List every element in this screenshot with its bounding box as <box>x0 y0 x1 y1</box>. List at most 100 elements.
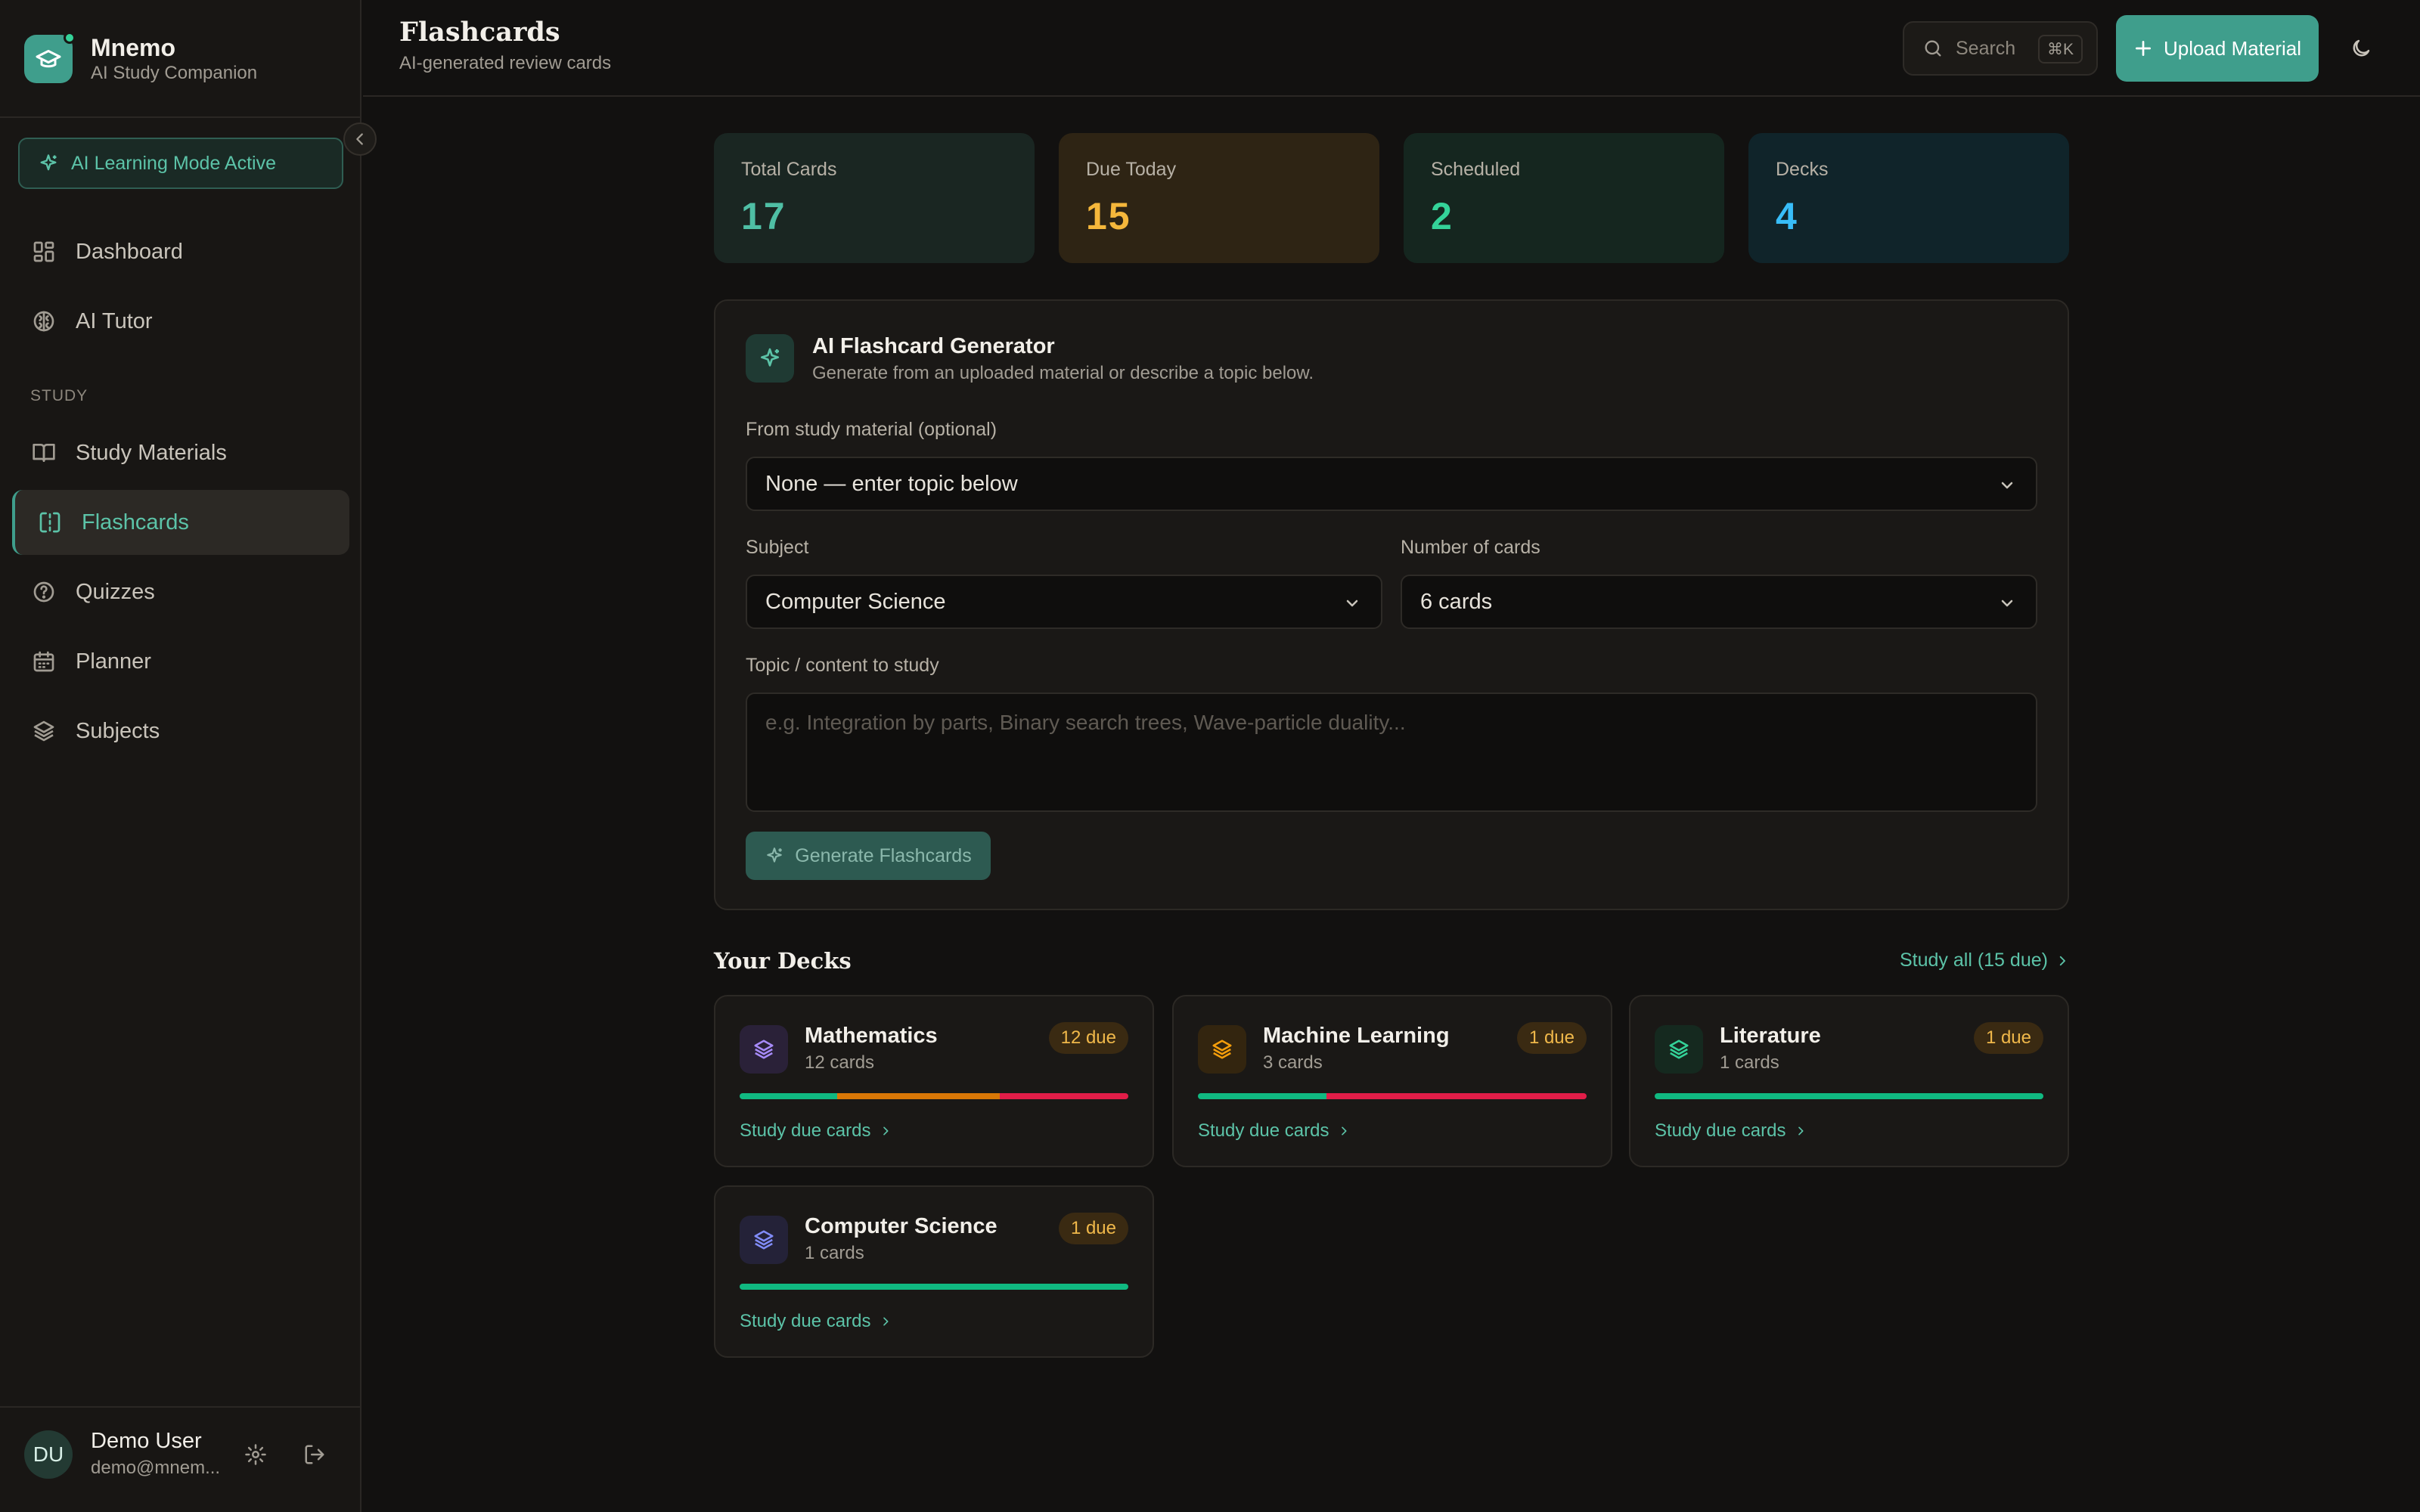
sparkle-icon <box>767 847 783 863</box>
logout-icon[interactable] <box>301 1441 328 1468</box>
chevron-right-icon <box>883 1317 889 1326</box>
brain-icon <box>30 308 57 335</box>
book-icon <box>30 439 57 466</box>
nav-item-ai-tutor[interactable]: AI Tutor <box>12 289 349 354</box>
study-due-label: Study due cards <box>1655 1120 1786 1141</box>
nav-item-quizzes[interactable]: Quizzes <box>12 559 349 624</box>
topic-input[interactable]: e.g. Integration by parts, Binary search… <box>746 692 2037 812</box>
nav-item-dashboard[interactable]: Dashboard <box>12 219 349 284</box>
nav-label: Planner <box>76 649 151 674</box>
chevron-left-icon <box>356 133 363 145</box>
deck-card[interactable]: Literature 1 cards 1 due Study due cards <box>1629 995 2069 1167</box>
card-count-select[interactable]: 6 cards <box>1401 575 2037 629</box>
nav-label: Subjects <box>76 718 160 743</box>
stat-value: 15 <box>1086 195 1131 237</box>
upload-label: Upload Material <box>2163 36 2302 60</box>
deck-name: Literature <box>1720 1024 1821 1048</box>
chevron-right-icon <box>883 1126 889 1136</box>
brand[interactable]: Mnemo AI Study Companion <box>24 32 257 85</box>
chevron-down-icon <box>2001 482 2013 489</box>
study-due-link[interactable]: Study due cards <box>740 1120 892 1142</box>
flashcard-generator: AI Flashcard Generator Generate from an … <box>714 299 2069 910</box>
chevron-right-icon <box>2059 956 2065 965</box>
deck-name: Computer Science <box>805 1214 997 1238</box>
study-due-label: Study due cards <box>740 1311 871 1331</box>
plus-icon <box>2135 40 2151 57</box>
subject-value: Computer Science <box>765 589 946 614</box>
deck-card[interactable]: Mathematics 12 cards 12 due Study due ca… <box>714 995 1154 1167</box>
due-badge: 12 due <box>1048 1022 1128 1054</box>
progress-segment <box>740 1284 1128 1290</box>
due-badge: 1 due <box>1058 1213 1128 1244</box>
deck-progress-bar <box>740 1284 1128 1290</box>
generator-title: AI Flashcard Generator <box>812 334 1055 358</box>
search-button[interactable]: Search ⌘K <box>1903 21 2098 76</box>
nav-item-study-materials[interactable]: Study Materials <box>12 420 349 485</box>
study-all-link[interactable]: Study all (15 due) <box>1900 950 2069 971</box>
progress-segment <box>836 1093 1001 1099</box>
stat-label: Decks <box>1776 159 1829 180</box>
study-all-label: Study all (15 due) <box>1900 950 2048 971</box>
progress-segment <box>1198 1093 1326 1099</box>
deck-card-count: 3 cards <box>1263 1052 1323 1073</box>
nav-item-flashcards[interactable]: Flashcards <box>12 490 349 555</box>
progress-segment <box>1655 1093 2043 1099</box>
layers-icon <box>1655 1025 1703 1074</box>
dashboard-icon <box>30 238 57 265</box>
subject-select[interactable]: Computer Science <box>746 575 1382 629</box>
brand-name: Mnemo <box>91 34 175 61</box>
deck-progress-bar <box>1655 1093 2043 1099</box>
stat-scheduled: Scheduled 2 <box>1404 133 1724 263</box>
due-badge: 1 due <box>1973 1022 2043 1054</box>
stat-total-cards: Total Cards 17 <box>714 133 1035 263</box>
moon-icon[interactable] <box>2346 33 2376 64</box>
generate-flashcards-button[interactable]: Generate Flashcards <box>746 832 991 880</box>
stat-value: 2 <box>1431 195 1454 237</box>
nav-label: AI Tutor <box>76 308 153 333</box>
study-due-link[interactable]: Study due cards <box>1655 1120 1807 1142</box>
stat-decks: Decks 4 <box>1748 133 2069 263</box>
due-badge: 1 due <box>1516 1022 1587 1054</box>
topic-label: Topic / content to study <box>746 655 939 676</box>
chevron-down-icon <box>1346 600 1358 607</box>
progress-segment <box>1326 1093 1587 1099</box>
online-dot <box>64 32 76 44</box>
decks-title: Your Decks <box>714 948 852 974</box>
chevron-down-icon <box>2001 600 2013 607</box>
study-due-label: Study due cards <box>740 1120 871 1141</box>
deck-card-count: 12 cards <box>805 1052 875 1073</box>
material-select[interactable]: None — enter topic below <box>746 457 2037 511</box>
page-title: Flashcards <box>399 17 560 48</box>
nav-item-planner[interactable]: Planner <box>12 629 349 694</box>
ai-mode-badge[interactable]: AI Learning Mode Active <box>18 138 343 189</box>
stat-label: Total Cards <box>741 159 837 180</box>
progress-segment <box>740 1093 837 1099</box>
graduation-cap-icon <box>24 32 76 83</box>
nav-item-subjects[interactable]: Subjects <box>12 699 349 764</box>
layers-icon <box>30 717 57 745</box>
sidebar-divider <box>0 116 361 118</box>
deck-card[interactable]: Machine Learning 3 cards 1 due Study due… <box>1172 995 1612 1167</box>
search-shortcut: ⌘K <box>2037 35 2083 64</box>
sidebar-collapse-button[interactable] <box>343 122 377 156</box>
deck-name: Machine Learning <box>1263 1024 1450 1048</box>
stat-value: 17 <box>741 195 786 237</box>
study-due-link[interactable]: Study due cards <box>740 1311 892 1332</box>
sparkle-icon <box>40 154 57 171</box>
deck-progress-bar <box>740 1093 1128 1099</box>
study-due-link[interactable]: Study due cards <box>1198 1120 1350 1142</box>
question-icon <box>30 578 57 606</box>
avatar[interactable]: DU <box>24 1430 73 1479</box>
generate-label: Generate Flashcards <box>795 844 972 866</box>
ai-mode-label: AI Learning Mode Active <box>71 152 276 174</box>
study-due-label: Study due cards <box>1198 1120 1329 1141</box>
settings-gear-icon[interactable] <box>242 1441 269 1468</box>
deck-card-count: 1 cards <box>1720 1052 1779 1073</box>
deck-card[interactable]: Computer Science 1 cards 1 due Study due… <box>714 1185 1154 1358</box>
deck-progress-bar <box>1198 1093 1587 1099</box>
upload-material-button[interactable]: Upload Material <box>2116 15 2319 82</box>
stat-due-today: Due Today 15 <box>1059 133 1379 263</box>
subject-label: Subject <box>746 537 809 558</box>
stat-label: Due Today <box>1086 159 1177 180</box>
card-count-label: Number of cards <box>1401 537 1540 558</box>
